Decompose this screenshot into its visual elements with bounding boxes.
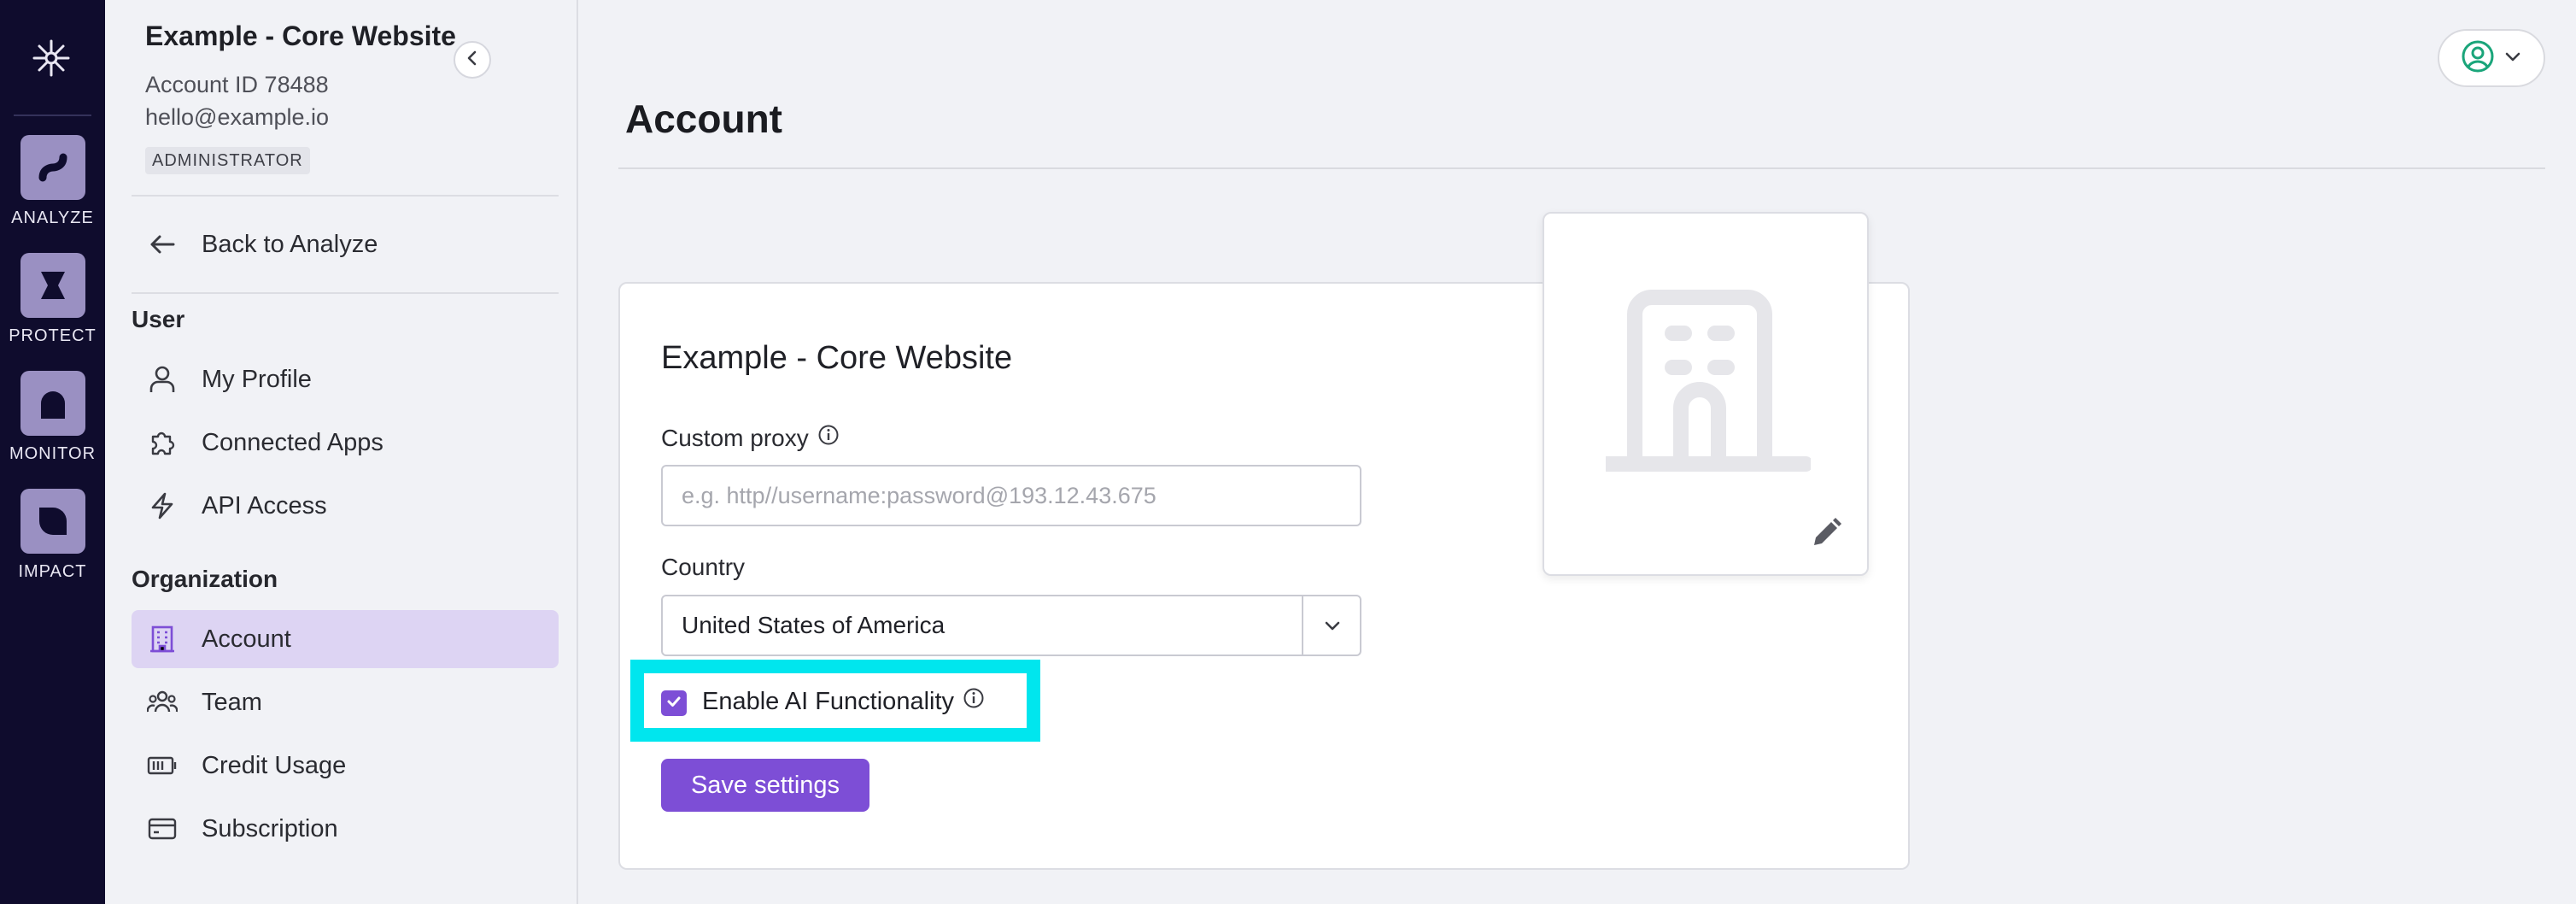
section-heading-organization: Organization xyxy=(132,566,278,592)
chevron-left-icon xyxy=(464,50,481,71)
page-title: Account xyxy=(625,97,782,141)
analyze-icon xyxy=(20,135,85,200)
back-to-analyze-link[interactable]: Back to Analyze xyxy=(132,215,559,273)
sidebar-item-label: Account xyxy=(202,625,291,653)
rail-item-monitor[interactable]: MONITOR xyxy=(0,371,105,464)
sidebar-item-label: Credit Usage xyxy=(202,751,347,779)
edit-pencil-icon[interactable] xyxy=(1807,514,1845,556)
sidebar-item-subscription[interactable]: Subscription xyxy=(132,800,559,858)
collapse-sidebar-button[interactable] xyxy=(454,41,491,79)
ai-functionality-label[interactable]: Enable AI Functionality xyxy=(702,687,985,716)
sidebar-item-label: API Access xyxy=(202,491,327,520)
country-select[interactable]: United States of America xyxy=(661,595,1361,656)
app-rail: ANALYZE PROTECT MONITOR IMPACT xyxy=(0,0,105,904)
ai-functionality-checkbox[interactable] xyxy=(661,690,687,716)
rail-divider xyxy=(14,114,91,116)
arrow-left-icon xyxy=(143,226,181,263)
account-id: Account ID 78488 xyxy=(145,72,329,97)
info-icon[interactable] xyxy=(963,687,985,716)
sidebar-item-api-access[interactable]: API Access xyxy=(132,477,559,535)
custom-proxy-label-text: Custom proxy xyxy=(661,424,809,451)
checkmark-icon xyxy=(665,693,682,714)
sidebar-item-label: Team xyxy=(202,688,262,716)
impact-icon xyxy=(20,489,85,554)
team-icon xyxy=(143,684,181,721)
sidebar-item-label: My Profile xyxy=(202,365,312,393)
settings-sidebar: Example - Core Website Account ID 78488 … xyxy=(105,0,578,904)
rail-item-analyze[interactable]: ANALYZE xyxy=(0,135,105,228)
chevron-down-icon[interactable] xyxy=(1303,596,1361,655)
country-select-value: United States of America xyxy=(682,612,946,638)
rail-item-protect[interactable]: PROTECT xyxy=(0,253,105,346)
ai-functionality-label-text: Enable AI Functionality xyxy=(702,687,955,715)
sidebar-divider xyxy=(132,292,559,294)
rail-item-impact[interactable]: IMPACT xyxy=(0,489,105,582)
building-placeholder-icon xyxy=(1598,272,1813,481)
rail-label: ANALYZE xyxy=(11,208,94,227)
sidebar-item-team[interactable]: Team xyxy=(132,673,559,731)
save-settings-button[interactable]: Save settings xyxy=(661,759,869,812)
info-icon[interactable] xyxy=(817,424,840,452)
building-icon xyxy=(143,620,181,658)
user-icon xyxy=(143,361,181,398)
section-heading-user: User xyxy=(132,306,185,332)
card-icon xyxy=(143,810,181,848)
rail-label: IMPACT xyxy=(18,562,87,581)
back-label: Back to Analyze xyxy=(202,230,378,258)
monitor-icon xyxy=(20,371,85,436)
rail-label: PROTECT xyxy=(9,326,97,345)
org-name: Example - Core Website xyxy=(145,21,456,51)
account-email: hello@example.io xyxy=(145,104,330,130)
title-divider xyxy=(618,167,2545,169)
role-badge: ADMINISTRATOR xyxy=(145,147,310,174)
custom-proxy-input[interactable] xyxy=(661,465,1361,526)
rail-label: MONITOR xyxy=(9,444,97,463)
sidebar-divider xyxy=(132,195,559,197)
sidebar-item-label: Subscription xyxy=(202,814,338,842)
chevron-down-icon xyxy=(2503,47,2522,70)
battery-icon xyxy=(143,747,181,784)
app-logo-icon[interactable] xyxy=(26,32,77,84)
bolt-icon xyxy=(143,487,181,525)
country-label-text: Country xyxy=(661,554,746,580)
organization-logo-card[interactable] xyxy=(1543,212,1869,576)
sidebar-item-label: Connected Apps xyxy=(202,428,383,456)
sidebar-item-credit-usage[interactable]: Credit Usage xyxy=(132,737,559,795)
country-label: Country xyxy=(661,554,745,581)
puzzle-icon xyxy=(143,424,181,461)
user-menu-button[interactable] xyxy=(2438,29,2545,87)
card-title: Example - Core Website xyxy=(661,340,1013,376)
sidebar-item-account[interactable]: Account xyxy=(132,610,559,668)
sidebar-item-connected-apps[interactable]: Connected Apps xyxy=(132,414,559,472)
sidebar-item-my-profile[interactable]: My Profile xyxy=(132,350,559,408)
user-avatar-icon xyxy=(2461,39,2495,78)
protect-icon xyxy=(20,253,85,318)
custom-proxy-label: Custom proxy xyxy=(661,424,840,452)
